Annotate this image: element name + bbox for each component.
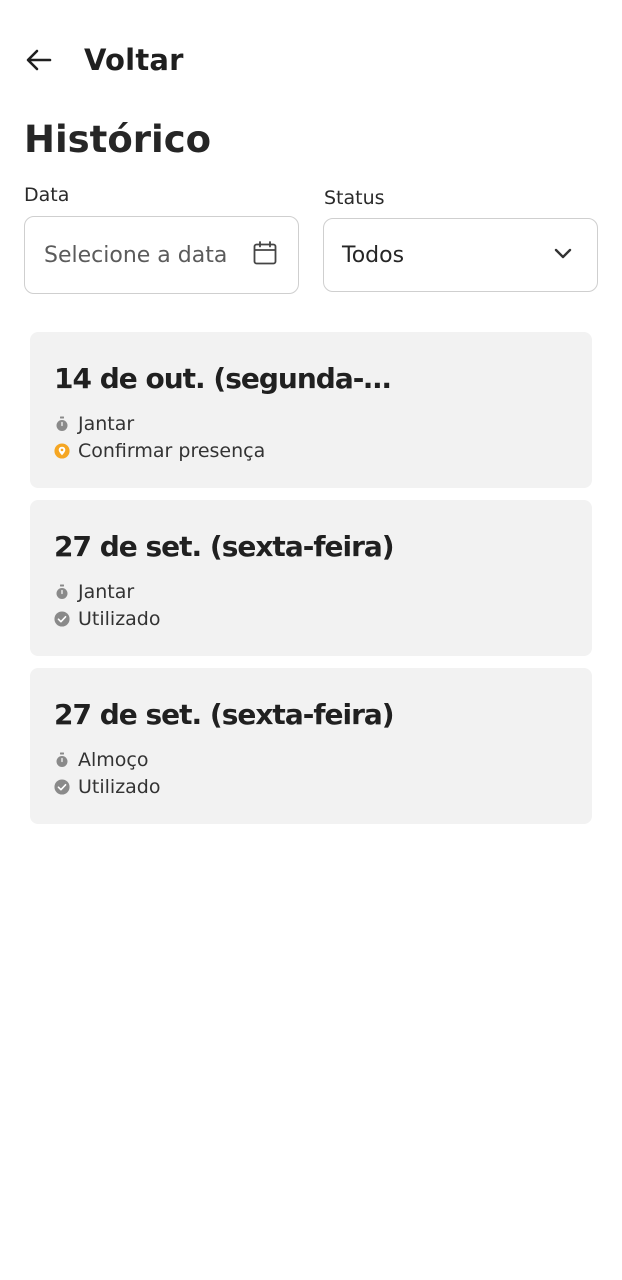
chevron-down-icon[interactable]: [553, 243, 573, 267]
date-field-label: Data: [24, 184, 70, 206]
card-status: Confirmar presença: [78, 439, 266, 462]
card-status-row: Utilizado: [54, 605, 568, 632]
card-meal: Jantar: [78, 580, 135, 603]
card-status-row: Utilizado: [54, 773, 568, 800]
stopwatch-icon: [54, 584, 70, 600]
stopwatch-icon: [54, 752, 70, 768]
status-field-label: Status: [324, 187, 385, 209]
check-circle-icon: [54, 778, 70, 795]
card-status-row: Confirmar presença: [54, 437, 568, 464]
pending-location-icon: [54, 442, 70, 459]
history-card[interactable]: 27 de set. (sexta-feira) Jantar Utilizad…: [30, 500, 592, 656]
date-picker-input[interactable]: Selecione a data: [24, 216, 299, 294]
calendar-icon[interactable]: [252, 240, 278, 270]
stopwatch-icon: [54, 416, 70, 432]
check-circle-icon: [54, 610, 70, 627]
page-title: Histórico: [24, 118, 212, 161]
history-list: 14 de out. (segunda-feira) Jantar: [30, 332, 592, 836]
card-date: 27 de set. (sexta-feira): [54, 698, 395, 731]
status-selected-value: Todos: [342, 242, 405, 268]
status-select[interactable]: Todos: [323, 218, 598, 292]
card-meal: Jantar: [78, 412, 135, 435]
card-date: 14 de out. (segunda-feira): [54, 362, 394, 395]
card-meal: Almoço: [78, 748, 149, 771]
history-screen: Voltar Histórico Data Status Selecione a…: [0, 0, 622, 1280]
card-status: Utilizado: [78, 775, 161, 798]
arrow-left-icon[interactable]: [24, 42, 60, 78]
history-card[interactable]: 14 de out. (segunda-feira) Jantar: [30, 332, 592, 488]
card-meal-row: Almoço: [54, 746, 568, 773]
back-label[interactable]: Voltar: [84, 43, 184, 77]
date-placeholder: Selecione a data: [44, 242, 228, 268]
card-meal-row: Jantar: [54, 578, 568, 605]
card-status: Utilizado: [78, 607, 161, 630]
card-date: 27 de set. (sexta-feira): [54, 530, 395, 563]
card-meal-row: Jantar: [54, 410, 568, 437]
history-card[interactable]: 27 de set. (sexta-feira) Almoço Utilizad…: [30, 668, 592, 824]
back-button[interactable]: Voltar: [24, 36, 184, 84]
